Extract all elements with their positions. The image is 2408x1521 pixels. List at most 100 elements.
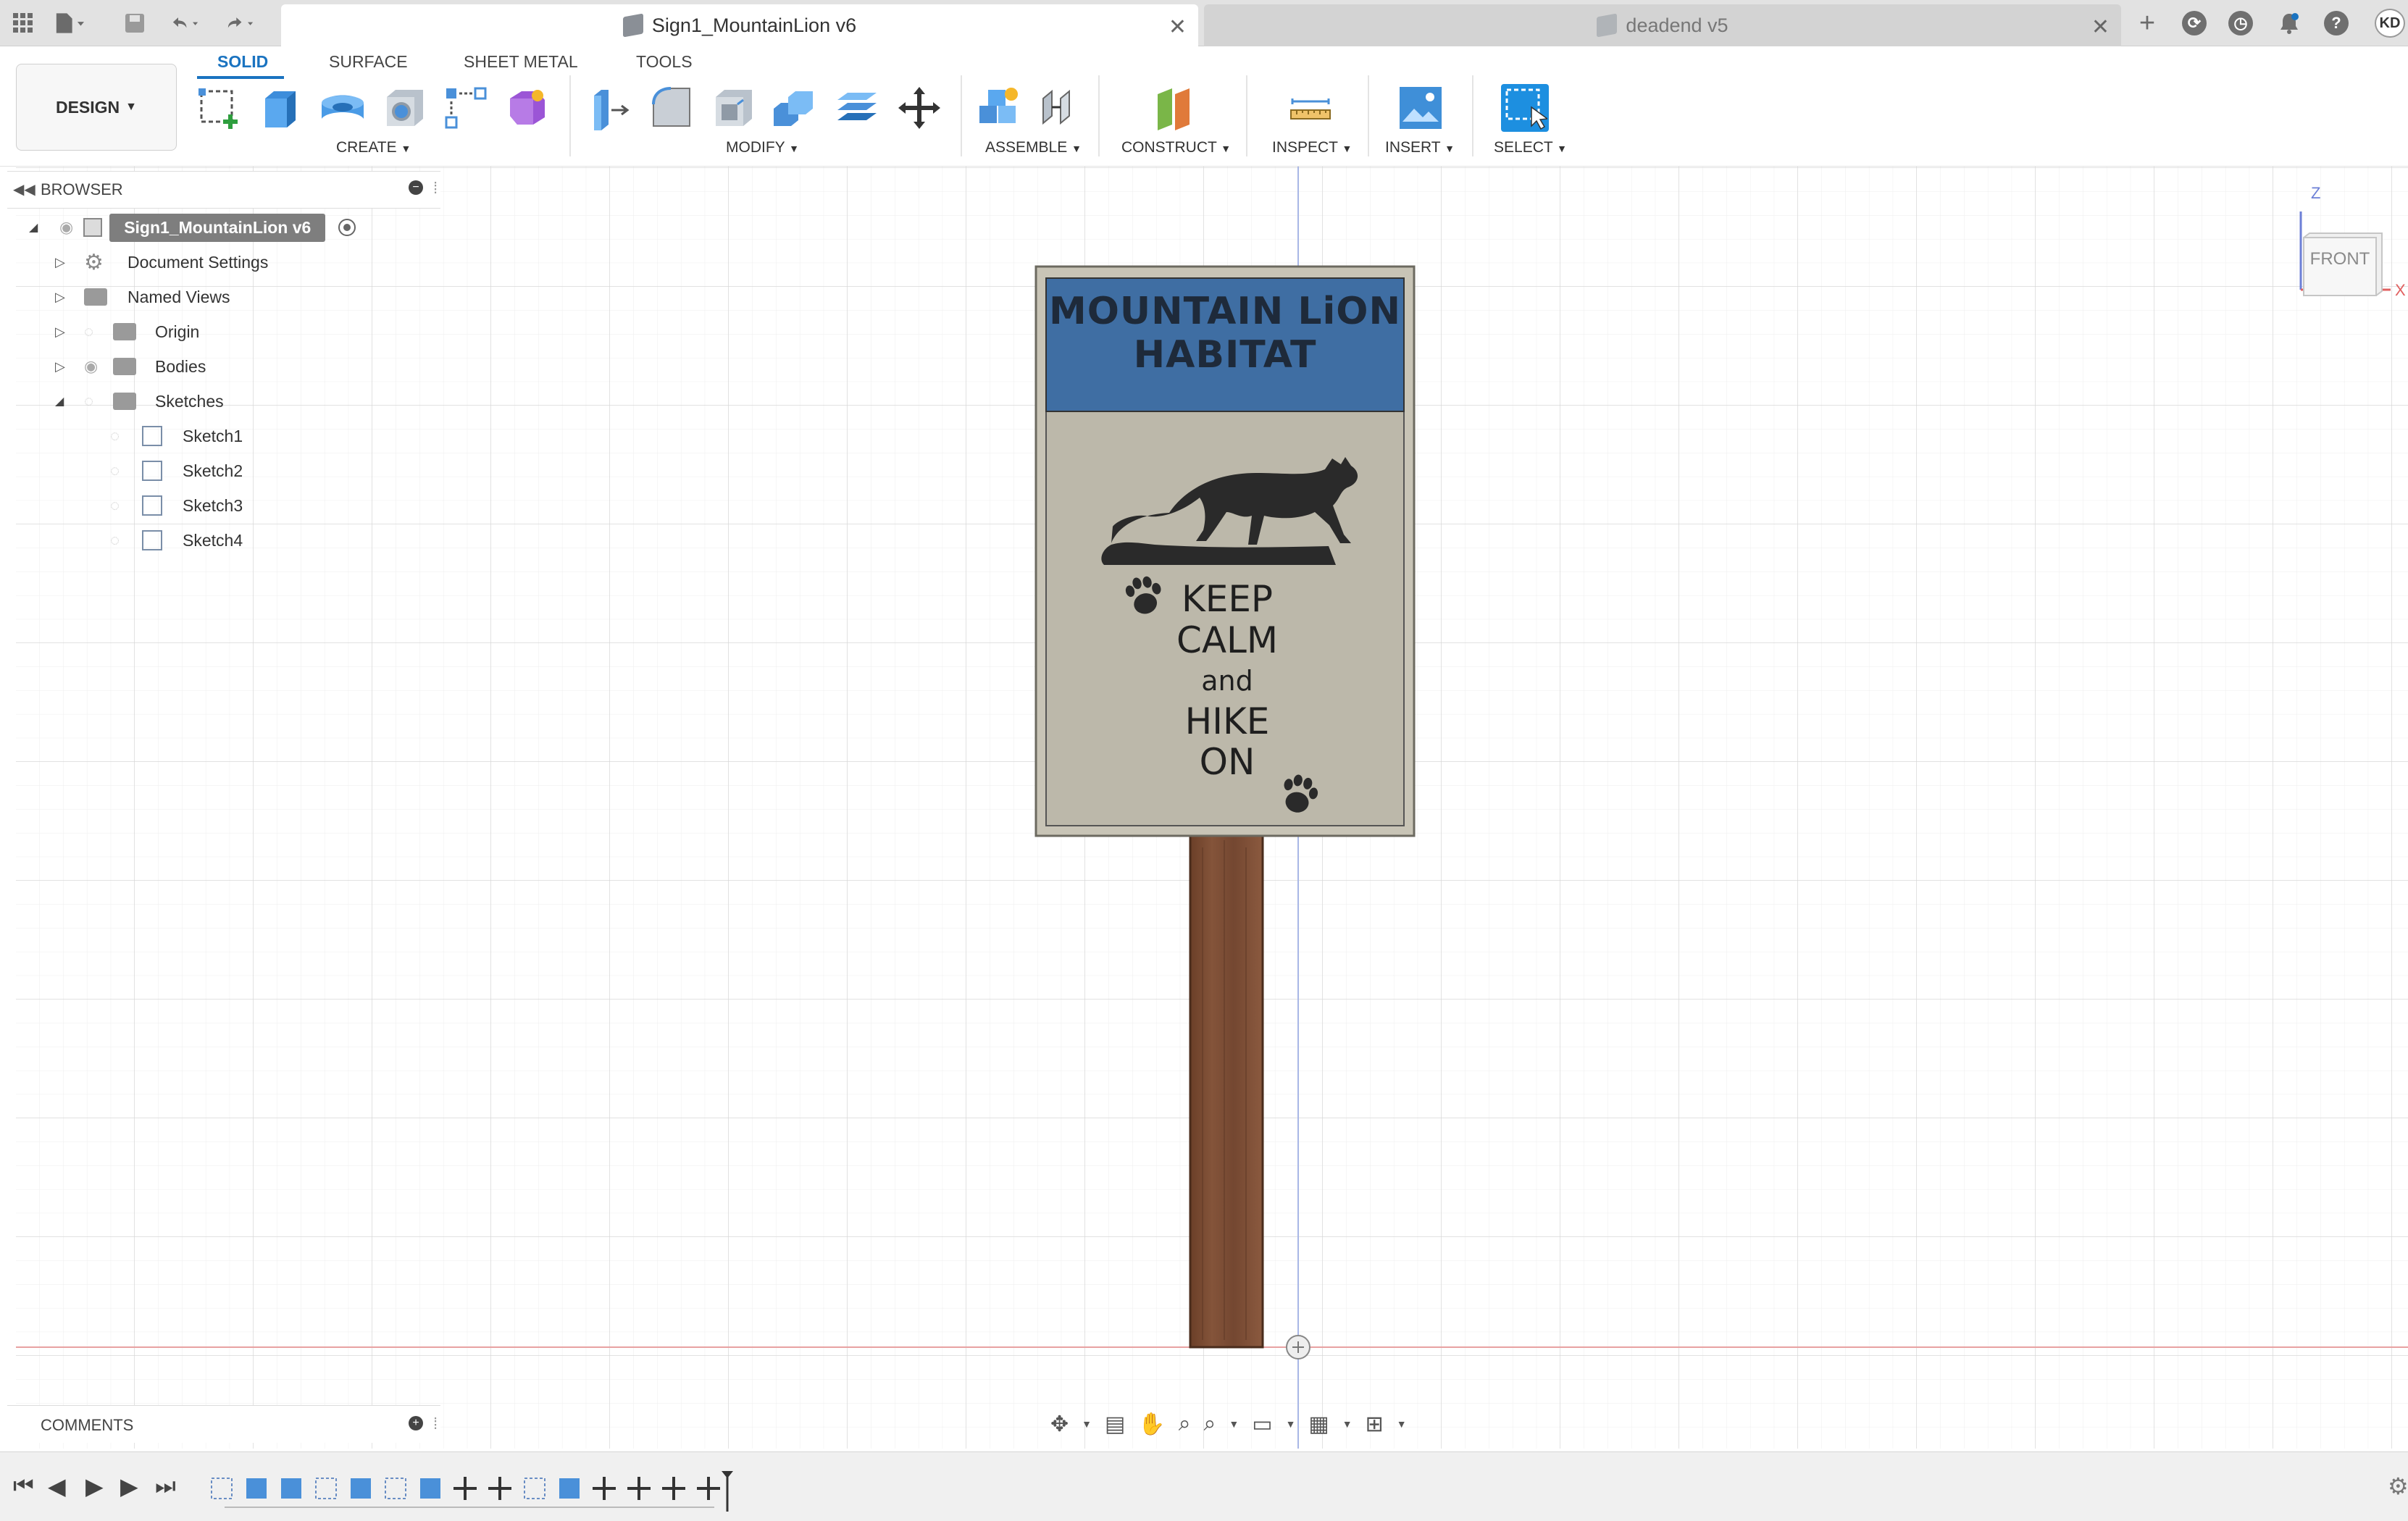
tree-item-sketch3[interactable]: ◌ Sketch3 bbox=[110, 491, 243, 520]
joint-icon[interactable] bbox=[1037, 84, 1085, 132]
measure-icon[interactable] bbox=[1287, 84, 1334, 132]
group-separator bbox=[961, 75, 962, 156]
insert-image-icon[interactable] bbox=[1397, 84, 1445, 132]
job-status-icon[interactable]: ◷ bbox=[2228, 11, 2253, 35]
viewports-icon[interactable]: ⊞ bbox=[1366, 1412, 1384, 1437]
app-grid-icon[interactable] bbox=[9, 10, 38, 36]
step-back-icon[interactable]: ◀ bbox=[48, 1472, 66, 1500]
workspace-switcher-button[interactable]: DESIGN ▼ bbox=[16, 64, 177, 151]
user-avatar[interactable]: KD bbox=[2375, 9, 2405, 38]
fit-zoom-icon[interactable]: ⌕ bbox=[1204, 1412, 1216, 1436]
add-comment-icon[interactable]: + bbox=[409, 1416, 423, 1430]
new-component-icon[interactable] bbox=[975, 84, 1023, 132]
save-icon[interactable] bbox=[120, 10, 149, 36]
create-form-icon[interactable] bbox=[503, 84, 551, 132]
play-icon[interactable]: ▶ bbox=[85, 1472, 104, 1500]
help-icon[interactable]: ? bbox=[2324, 11, 2349, 35]
group-construct-label[interactable]: CONSTRUCT ▼ bbox=[1121, 139, 1231, 156]
pan-hand-icon[interactable]: ✋ bbox=[1138, 1412, 1165, 1437]
visibility-eye-hidden-icon[interactable]: ◌ bbox=[110, 461, 142, 480]
select-tool-icon[interactable] bbox=[1501, 84, 1549, 132]
group-create-label[interactable]: CREATE ▼ bbox=[336, 139, 411, 156]
go-to-start-icon[interactable]: ⏮ bbox=[13, 1472, 34, 1500]
sketch-label: Sketch2 bbox=[183, 461, 243, 480]
file-menu-icon[interactable] bbox=[55, 10, 84, 36]
tab-solid[interactable]: SOLID bbox=[217, 52, 268, 72]
undo-icon[interactable] bbox=[171, 10, 200, 36]
visibility-eye-icon[interactable]: ◉ bbox=[59, 218, 73, 237]
display-settings-icon[interactable]: ▭ bbox=[1252, 1412, 1272, 1437]
visibility-eye-hidden-icon[interactable]: ◌ bbox=[84, 322, 113, 341]
collapse-triangle-icon[interactable]: ◢ bbox=[55, 394, 84, 408]
new-tab-icon[interactable]: + bbox=[2133, 8, 2162, 38]
visibility-eye-hidden-icon[interactable]: ◌ bbox=[110, 531, 142, 550]
group-insert-label[interactable]: INSERT ▼ bbox=[1385, 139, 1455, 156]
visibility-eye-hidden-icon[interactable]: ◌ bbox=[110, 496, 142, 515]
tab-surface[interactable]: SURFACE bbox=[329, 52, 408, 72]
tree-item-sketch2[interactable]: ◌ Sketch2 bbox=[110, 456, 243, 485]
timeline-features[interactable] bbox=[207, 1470, 743, 1513]
collapse-triangle-icon[interactable]: ◢ bbox=[29, 220, 51, 235]
create-sketch-icon[interactable] bbox=[196, 84, 243, 132]
visibility-eye-hidden-icon[interactable]: ◌ bbox=[110, 427, 142, 445]
sketch-icon bbox=[142, 461, 162, 481]
hole-icon[interactable] bbox=[381, 84, 429, 132]
chevron-down-icon[interactable]: ▼ bbox=[1397, 1418, 1407, 1430]
chevron-down-icon[interactable]: ▼ bbox=[1342, 1418, 1353, 1430]
tab-inactive-document[interactable]: deadend v5 ✕ bbox=[1204, 4, 2121, 46]
tree-item-sketch1[interactable]: ◌ Sketch1 bbox=[110, 422, 243, 451]
tree-item-sketch4[interactable]: ◌ Sketch4 bbox=[110, 526, 243, 555]
tree-item-document-settings[interactable]: ▷ ⚙ Document Settings bbox=[55, 248, 268, 277]
tab-sheet-metal[interactable]: SHEET METAL bbox=[464, 52, 578, 72]
step-forward-icon[interactable]: ▶ bbox=[120, 1472, 138, 1500]
orbit-icon[interactable]: ✥ bbox=[1050, 1412, 1069, 1437]
go-to-end-icon[interactable]: ⏭ bbox=[155, 1472, 176, 1500]
timeline-settings-gear-icon[interactable]: ⚙ bbox=[2388, 1472, 2408, 1500]
group-select-label[interactable]: SELECT ▼ bbox=[1494, 139, 1567, 156]
combine-icon[interactable] bbox=[771, 84, 819, 132]
group-inspect-label[interactable]: INSPECT ▼ bbox=[1272, 139, 1352, 156]
visibility-eye-hidden-icon[interactable]: ◌ bbox=[84, 392, 113, 411]
close-tab-icon[interactable]: ✕ bbox=[2091, 14, 2110, 40]
tree-item-sketches[interactable]: ◢ ◌ Sketches bbox=[55, 387, 224, 416]
tree-item-bodies[interactable]: ▷ ◉ Bodies bbox=[55, 352, 206, 381]
offset-plane-icon[interactable] bbox=[1152, 84, 1200, 132]
design-canvas[interactable]: MOUNTAIN LiON HABITAT KEEP CALM and HIKE… bbox=[0, 167, 2408, 1449]
extensions-icon[interactable]: ⟳ bbox=[2182, 11, 2207, 35]
move-copy-icon[interactable] bbox=[895, 84, 943, 132]
notifications-bell-icon[interactable] bbox=[2275, 10, 2304, 36]
collapse-panel-icon[interactable]: ◀◀ bbox=[13, 180, 35, 198]
minimize-icon[interactable]: − bbox=[409, 180, 423, 195]
tree-root-row[interactable]: ◢ ◉ Sign1_MountainLion v6 bbox=[29, 213, 377, 242]
shell-icon[interactable] bbox=[710, 84, 758, 132]
group-assemble-label[interactable]: ASSEMBLE ▼ bbox=[985, 139, 1082, 156]
offset-faces-icon[interactable] bbox=[833, 84, 881, 132]
chevron-down-icon[interactable]: ▼ bbox=[1229, 1418, 1239, 1430]
look-at-icon[interactable]: ▤ bbox=[1105, 1412, 1125, 1437]
rectangular-pattern-icon[interactable] bbox=[442, 84, 490, 132]
revolve-icon[interactable] bbox=[319, 84, 367, 132]
visibility-eye-icon[interactable]: ◉ bbox=[84, 357, 113, 376]
grid-settings-icon[interactable]: ▦ bbox=[1308, 1412, 1329, 1437]
tree-item-named-views[interactable]: ▷ Named Views bbox=[55, 282, 230, 311]
redo-icon[interactable] bbox=[226, 10, 255, 36]
activate-radio-icon[interactable] bbox=[338, 219, 356, 236]
group-modify-label[interactable]: MODIFY ▼ bbox=[726, 139, 799, 156]
close-tab-icon[interactable]: ✕ bbox=[1169, 14, 1187, 40]
extrude-icon[interactable] bbox=[256, 84, 304, 132]
expand-triangle-icon[interactable]: ▷ bbox=[55, 359, 84, 374]
zoom-icon[interactable]: ⌕ bbox=[1179, 1412, 1191, 1436]
panel-resize-handle[interactable]: ⁞ bbox=[433, 1415, 438, 1433]
expand-triangle-icon[interactable]: ▷ bbox=[55, 324, 84, 340]
press-pull-icon[interactable] bbox=[585, 84, 633, 132]
panel-resize-handle[interactable]: ⁞ bbox=[433, 179, 438, 198]
viewcube-face-front[interactable]: FRONT bbox=[2304, 249, 2376, 269]
chevron-down-icon[interactable]: ▼ bbox=[1082, 1418, 1092, 1430]
tree-item-origin[interactable]: ▷ ◌ Origin bbox=[55, 317, 199, 346]
expand-triangle-icon[interactable]: ▷ bbox=[55, 290, 84, 305]
tab-active-document[interactable]: Sign1_MountainLion v6 ✕ bbox=[281, 4, 1198, 46]
chevron-down-icon[interactable]: ▼ bbox=[1286, 1418, 1296, 1430]
expand-triangle-icon[interactable]: ▷ bbox=[55, 255, 84, 270]
tab-tools[interactable]: TOOLS bbox=[636, 52, 693, 72]
fillet-icon[interactable] bbox=[648, 84, 695, 132]
